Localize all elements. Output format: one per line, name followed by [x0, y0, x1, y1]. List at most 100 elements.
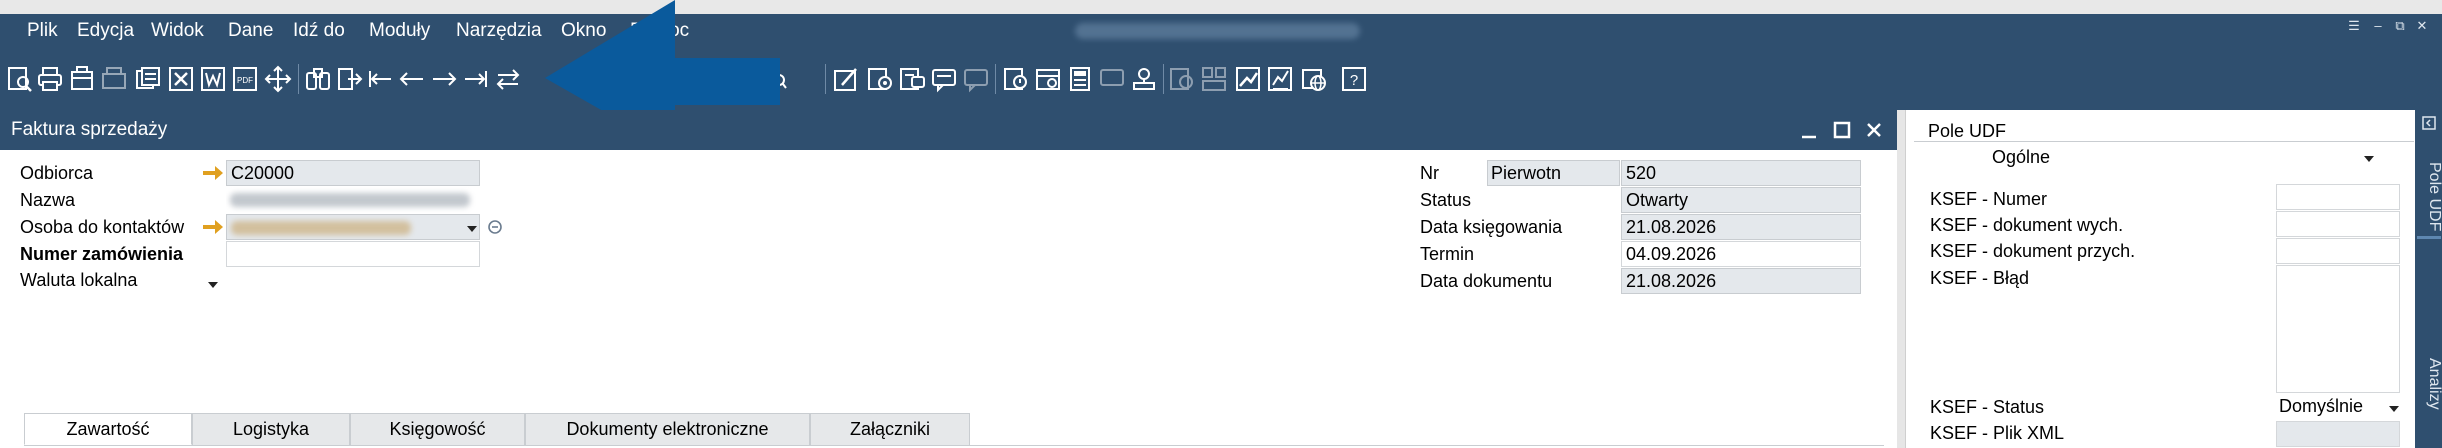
side-tab-analizy[interactable]: Analizy — [2415, 358, 2442, 410]
report-icon[interactable] — [1266, 65, 1294, 93]
contact-details-icon[interactable] — [487, 219, 503, 235]
nazwa-label: Nazwa — [20, 190, 76, 210]
alert-icon[interactable] — [898, 65, 926, 93]
link-arrow-icon[interactable] — [203, 166, 223, 180]
nr-field[interactable]: 520 — [1621, 160, 1861, 186]
word-icon[interactable] — [199, 65, 227, 93]
ksef-numer-label: KSEF - Numer — [1930, 189, 2048, 209]
tab-zalaczniki[interactable]: Załączniki — [810, 413, 970, 445]
warning-icon[interactable] — [1002, 65, 1030, 93]
ksef-dokument-przych-label: KSEF - dokument przych. — [1930, 241, 2136, 261]
pdf-icon[interactable]: PDF — [231, 65, 259, 93]
window-top-strip — [0, 0, 2442, 14]
menu-moduly[interactable]: Moduły — [369, 14, 430, 48]
export-icon[interactable] — [866, 65, 894, 93]
stamp-icon[interactable] — [1130, 65, 1158, 93]
preview-icon[interactable] — [6, 65, 34, 93]
ksef-blad-field[interactable] — [2276, 265, 2400, 393]
restore-icon[interactable]: ☰ — [2344, 16, 2364, 36]
nr-series-select[interactable]: Pierwotn — [1487, 160, 1620, 186]
ksef-blad-label: KSEF - Błąd — [1930, 268, 2030, 288]
toolbar-separator — [995, 64, 996, 94]
print-icon[interactable] — [36, 65, 64, 93]
odbiorca-field[interactable]: C20000 — [226, 160, 480, 186]
data-ksiegowania-field[interactable]: 21.08.2026 — [1621, 214, 1861, 240]
previous-record-icon[interactable] — [398, 65, 426, 93]
data-dokumentu-field[interactable]: 21.08.2026 — [1621, 268, 1861, 294]
chat-disabled-icon[interactable] — [1098, 65, 1126, 93]
menu-pomoc[interactable]: Pomoc — [630, 14, 689, 48]
udf-panel: Pole UDF Ogólne KSEF - Numer KSEF - doku… — [1905, 110, 2442, 448]
ksef-plik-xml-field[interactable] — [2276, 421, 2400, 447]
move-icon[interactable] — [264, 65, 292, 93]
osoba-kontakt-field[interactable] — [226, 214, 480, 240]
ksef-dokument-wych-label: KSEF - dokument wych. — [1930, 215, 2124, 235]
tab-zawartosc[interactable]: Zawartość — [24, 413, 192, 445]
document-panel: Faktura sprzedaży Odbiorca C20000 Nazwa … — [0, 110, 1897, 448]
tab-ksiegowosc[interactable]: Księgowość — [350, 413, 525, 445]
close-icon[interactable] — [1862, 118, 1886, 142]
message-icon[interactable] — [930, 65, 958, 93]
ksef-status-select[interactable]: Domyślnie — [2276, 394, 2400, 420]
help-icon[interactable]: ? — [1340, 65, 1368, 93]
chevron-down-icon[interactable] — [467, 226, 477, 232]
tabs-baseline — [24, 445, 1884, 446]
udf-category-select[interactable]: Ogólne — [1980, 144, 2328, 170]
menu-edycja[interactable]: Edycja — [77, 14, 134, 48]
ksef-dokument-przych-field[interactable] — [2276, 238, 2400, 264]
menu-plik[interactable]: Plik — [27, 14, 58, 48]
udf-divider — [1914, 141, 2414, 142]
calculator-icon[interactable] — [1066, 65, 1094, 93]
panel-splitter[interactable] — [1897, 110, 1905, 448]
side-tab-pole-udf[interactable]: Pole UDF — [2415, 162, 2442, 231]
last-record-icon[interactable] — [462, 65, 490, 93]
nazwa-field[interactable] — [226, 187, 480, 213]
svg-text:PDF: PDF — [237, 76, 253, 85]
numer-zamowienia-field[interactable] — [226, 241, 480, 267]
menu-narzedzia[interactable]: Narzędzia — [456, 14, 542, 48]
link-arrow-icon[interactable] — [203, 220, 223, 234]
waluta-label: Waluta lokalna — [20, 270, 138, 290]
ksef-numer-field[interactable] — [2276, 184, 2400, 210]
web-icon[interactable] — [1300, 65, 1328, 93]
excel-icon[interactable] — [167, 65, 195, 93]
minimize-icon[interactable]: – — [2368, 16, 2388, 36]
data-dokumentu-label: Data dokumentu — [1420, 271, 1553, 291]
find-icon[interactable] — [304, 65, 332, 93]
layout-disabled-icon[interactable] — [1200, 65, 1228, 93]
tab-logistyka[interactable]: Logistyka — [192, 413, 350, 445]
ksef-plik-xml-label: KSEF - Plik XML — [1930, 423, 2065, 443]
collapse-icon[interactable] — [2422, 116, 2436, 130]
calendar-icon[interactable] — [1034, 65, 1062, 93]
waluta-select[interactable]: Waluta lokalna — [18, 268, 224, 294]
udf-title: Pole UDF — [1928, 121, 2007, 141]
ksef-dokument-wych-field[interactable] — [2276, 211, 2400, 237]
chevron-down-icon[interactable] — [208, 282, 218, 288]
trend-icon[interactable] — [1234, 65, 1262, 93]
first-record-icon[interactable] — [366, 65, 394, 93]
menu-widok[interactable]: Widok — [151, 14, 204, 48]
sort-icon[interactable] — [832, 65, 860, 93]
add-icon[interactable] — [336, 65, 364, 93]
copy-icon[interactable] — [134, 65, 162, 93]
refresh-disabled-icon[interactable] — [1168, 65, 1196, 93]
chevron-down-icon[interactable] — [2364, 156, 2374, 162]
close-icon[interactable]: ✕ — [2412, 16, 2432, 36]
termin-field[interactable]: 04.09.2026 — [1621, 241, 1861, 267]
maximize-icon[interactable]: ⧉ — [2390, 16, 2410, 36]
maximize-icon[interactable] — [1830, 118, 1854, 142]
menu-idz-do[interactable]: Idź do — [293, 14, 345, 48]
minimize-icon[interactable] — [1797, 118, 1821, 142]
swap-icon[interactable] — [494, 65, 522, 93]
filter-icon[interactable] — [760, 65, 788, 93]
message-disabled-icon[interactable] — [962, 65, 990, 93]
status-field[interactable]: Otwarty — [1621, 187, 1861, 213]
svg-text:?: ? — [1350, 72, 1358, 89]
next-record-icon[interactable] — [430, 65, 458, 93]
chevron-down-icon[interactable] — [2389, 406, 2399, 412]
fax-icon[interactable] — [100, 65, 128, 93]
tab-dokumenty-elektroniczne[interactable]: Dokumenty elektroniczne — [525, 413, 810, 445]
menu-okno[interactable]: Okno — [561, 14, 606, 48]
print-form-icon[interactable] — [68, 65, 96, 93]
menu-dane[interactable]: Dane — [228, 14, 273, 48]
